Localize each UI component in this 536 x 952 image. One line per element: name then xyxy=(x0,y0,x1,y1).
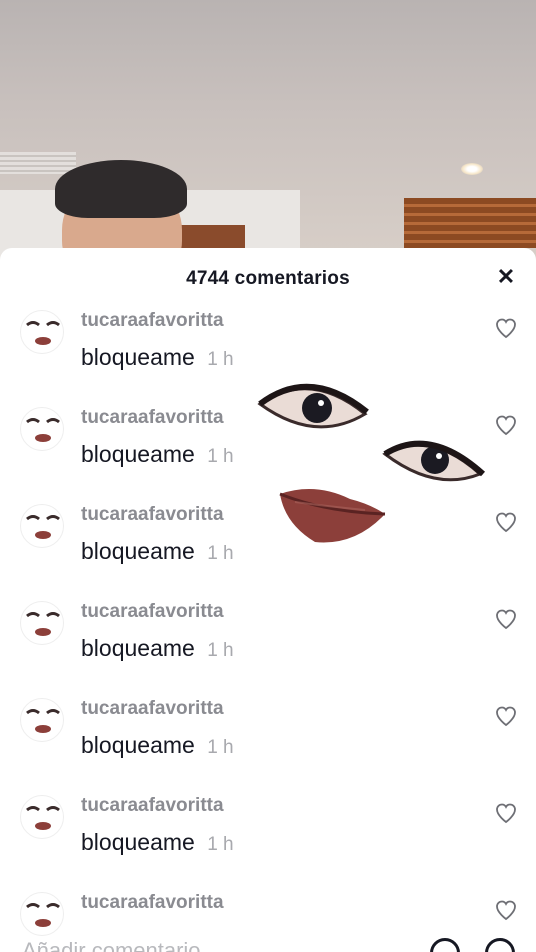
avatar[interactable] xyxy=(20,601,64,645)
add-comment-input[interactable]: Añadir comentario... xyxy=(22,938,219,952)
heart-icon[interactable] xyxy=(494,510,518,534)
comment-username[interactable]: tucaraafavoritta xyxy=(81,310,224,332)
comment-text-line: bloqueame 1 h xyxy=(81,344,234,371)
face-sticker xyxy=(257,383,486,543)
right-eye-sticker xyxy=(382,440,486,482)
ceiling-light xyxy=(461,163,483,175)
comment-text: bloqueame xyxy=(81,344,195,370)
comment-text-line: bloqueame 1 h xyxy=(81,635,234,662)
comment-text: bloqueame xyxy=(81,635,195,661)
comments-count-title: 4744 comentarios xyxy=(186,268,350,289)
comment-text: bloqueame xyxy=(81,829,195,855)
heart-icon[interactable] xyxy=(494,801,518,825)
mention-icon[interactable] xyxy=(430,938,460,952)
video-background[interactable] xyxy=(0,0,536,262)
comment-username[interactable]: tucaraafavoritta xyxy=(81,601,224,623)
comment-time: 1 h xyxy=(207,834,234,855)
comment-time: 1 h xyxy=(207,543,234,564)
comment-text-line: bloqueame 1 h xyxy=(81,538,234,565)
comment-time: 1 h xyxy=(207,640,234,661)
avatar[interactable] xyxy=(20,795,64,839)
lips-sticker xyxy=(279,489,386,543)
comment-text-line: bloqueame 1 h xyxy=(81,441,234,468)
comment-username[interactable]: tucaraafavoritta xyxy=(81,795,224,817)
comment-text-line: bloqueame 1 h xyxy=(81,732,234,759)
left-eye-sticker xyxy=(257,383,369,429)
comment-time: 1 h xyxy=(207,349,234,370)
ceiling-vent xyxy=(0,152,76,174)
comment-username[interactable]: tucaraafavoritta xyxy=(81,504,224,526)
avatar[interactable] xyxy=(20,698,64,742)
wood-shelf xyxy=(404,198,536,248)
heart-icon[interactable] xyxy=(494,898,518,922)
comment-text: bloqueame xyxy=(81,732,195,758)
close-icon[interactable]: ✕ xyxy=(493,264,519,290)
comment-time: 1 h xyxy=(207,737,234,758)
comment-text: bloqueame xyxy=(81,538,195,564)
person-hair xyxy=(55,160,187,218)
comments-panel: 4744 comentarios ✕ tucaraafavoritta bloq… xyxy=(0,248,536,952)
heart-icon[interactable] xyxy=(494,704,518,728)
comment-input-bar: Añadir comentario... xyxy=(0,930,536,952)
comment-text: bloqueame xyxy=(81,441,195,467)
heart-icon[interactable] xyxy=(494,316,518,340)
comment-username[interactable]: tucaraafavoritta xyxy=(81,892,224,914)
avatar[interactable] xyxy=(20,407,64,451)
comment-text-line: bloqueame 1 h xyxy=(81,829,234,856)
comment-username[interactable]: tucaraafavoritta xyxy=(81,407,224,429)
comment-row[interactable]: tucaraafavoritta bloqueame 1 h xyxy=(0,601,536,698)
comment-username[interactable]: tucaraafavoritta xyxy=(81,698,224,720)
avatar[interactable] xyxy=(20,310,64,354)
comment-row[interactable]: tucaraafavoritta bloqueame 1 h xyxy=(0,795,536,892)
avatar[interactable] xyxy=(20,504,64,548)
heart-icon[interactable] xyxy=(494,607,518,631)
comment-time: 1 h xyxy=(207,446,234,467)
emoji-icon[interactable] xyxy=(485,938,515,952)
comment-row[interactable]: tucaraafavoritta bloqueame 1 h xyxy=(0,698,536,795)
heart-icon[interactable] xyxy=(494,413,518,437)
